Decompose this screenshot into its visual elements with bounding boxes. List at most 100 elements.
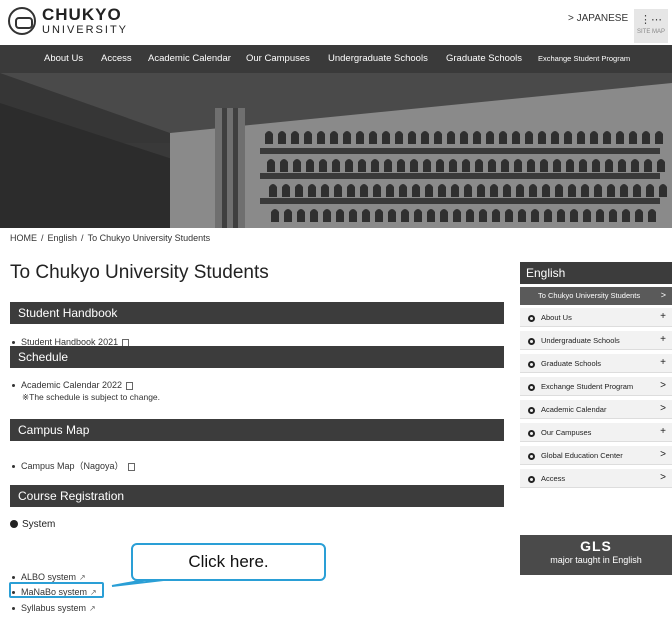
nav-item-undergraduate-schools[interactable]: Undergraduate Schools [328, 53, 428, 64]
building-arch [293, 159, 301, 172]
building-arch [566, 159, 574, 172]
building-arch [423, 159, 431, 172]
sidebar-item-our-campuses[interactable]: Our Campuses + [520, 423, 672, 442]
building-arch [410, 159, 418, 172]
site-header: CHUKYO UNIVERSITY > JAPANESE ⋮⋯ SITE MAP [0, 0, 672, 44]
breadcrumb-home[interactable]: HOME [10, 233, 37, 243]
nav-item-graduate-schools[interactable]: Graduate Schools [446, 53, 522, 64]
building-arch [646, 184, 654, 197]
nav-item-exchange-student-program[interactable]: Exchange Student Program [538, 54, 630, 63]
sidebar-item-global-education-center[interactable]: Global Education Center > [520, 446, 672, 465]
building-arch [607, 184, 615, 197]
building-arch [486, 131, 494, 144]
building-arch [616, 131, 624, 144]
building-arch [304, 131, 312, 144]
building-arch [492, 209, 500, 222]
building-arch [397, 159, 405, 172]
university-logo[interactable]: CHUKYO UNIVERSITY [8, 6, 128, 36]
section-schedule: Schedule [10, 346, 504, 368]
building-arch [336, 209, 344, 222]
building-arch [345, 159, 353, 172]
pdf-document-icon [127, 462, 135, 471]
nav-item-our-campuses[interactable]: Our Campuses [246, 53, 310, 64]
building-arch [330, 131, 338, 144]
building-arch [319, 159, 327, 172]
albo-system-link[interactable]: ALBO system ↗ [12, 572, 86, 582]
building-arch [568, 184, 576, 197]
logo-name: CHUKYO [42, 5, 122, 24]
building-arch [399, 184, 407, 197]
syllabus-system-link[interactable]: Syllabus system ↗ [12, 603, 96, 613]
main-nav: About Us Access Academic Calendar Our Ca… [0, 45, 672, 73]
building-arch [642, 131, 650, 144]
nav-item-access[interactable]: Access [101, 53, 132, 64]
building-arch [655, 131, 663, 144]
building-arch [631, 159, 639, 172]
circle-bullet-icon [528, 406, 535, 414]
building-arch [499, 131, 507, 144]
section-course-registration: Course Registration [10, 485, 504, 507]
section-student-handbook: Student Handbook [10, 302, 504, 324]
academic-calendar-link[interactable]: Academic Calendar 2022 [12, 380, 134, 390]
sidebar-item-graduate-schools[interactable]: Graduate Schools + [520, 354, 672, 373]
building-arch [594, 184, 602, 197]
sitemap-icon: ⋮⋯ [640, 14, 662, 26]
building-arch [540, 159, 548, 172]
building-arch [551, 131, 559, 144]
logo-mark-icon [8, 7, 36, 35]
nav-item-about-us[interactable]: About Us [44, 53, 83, 64]
building-arch [464, 184, 472, 197]
sidebar-item-about-us[interactable]: About Us + [520, 308, 672, 327]
breadcrumb-current: To Chukyo University Students [87, 233, 211, 243]
building-arch [343, 131, 351, 144]
building-arch [516, 184, 524, 197]
building-arch [310, 209, 318, 222]
building-arch [440, 209, 448, 222]
sitemap-button[interactable]: ⋮⋯ SITE MAP [634, 9, 668, 43]
building-arch [447, 131, 455, 144]
building-arch [622, 209, 630, 222]
building-arch [512, 131, 520, 144]
building-arch [620, 184, 628, 197]
logo-subtitle: UNIVERSITY [42, 24, 129, 36]
building-arch [629, 131, 637, 144]
expand-icon[interactable]: + [660, 311, 666, 322]
building-arch [503, 184, 511, 197]
building-arch [570, 209, 578, 222]
building-arch [453, 209, 461, 222]
breadcrumb: HOME / English / To Chukyo University Studen… [10, 233, 211, 243]
external-link-icon: ↗ [89, 604, 96, 613]
sidebar-item-academic-calendar[interactable]: Academic Calendar > [520, 400, 672, 419]
building-arch [544, 209, 552, 222]
building-arch [505, 209, 513, 222]
circle-bullet-icon [528, 337, 535, 345]
japanese-link[interactable]: > JAPANESE [568, 13, 628, 24]
building-arch [473, 131, 481, 144]
building-arch [518, 209, 526, 222]
expand-icon[interactable]: + [660, 357, 666, 368]
sidebar-item-undergraduate-schools[interactable]: Undergraduate Schools + [520, 331, 672, 350]
gls-banner[interactable]: GLS major taught in English [520, 535, 672, 575]
building-arch [633, 184, 641, 197]
nav-item-academic-calendar[interactable]: Academic Calendar [148, 53, 231, 64]
building-arch [603, 131, 611, 144]
building-arch [488, 159, 496, 172]
building-arch [542, 184, 550, 197]
sidebar-item-to-chukyo-students[interactable]: To Chukyo University Students > [520, 287, 672, 305]
hero-campus-image [0, 73, 672, 228]
building-arch [501, 159, 509, 172]
building-arch [356, 131, 364, 144]
expand-icon[interactable]: + [660, 426, 666, 437]
page-title: To Chukyo University Students [10, 262, 269, 283]
sidebar-item-access[interactable]: Access > [520, 469, 672, 488]
building-arch [477, 184, 485, 197]
building-arch [269, 184, 277, 197]
building-arch [386, 184, 394, 197]
circle-bullet-icon [528, 314, 535, 322]
expand-icon[interactable]: + [660, 334, 666, 345]
campus-map-link[interactable]: Campus Map（Nagoya） [12, 459, 135, 472]
building-arch [579, 159, 587, 172]
external-link-icon: ↗ [79, 573, 86, 582]
sidebar-item-exchange-student-program[interactable]: Exchange Student Program > [520, 377, 672, 396]
breadcrumb-english[interactable]: English [48, 233, 78, 243]
